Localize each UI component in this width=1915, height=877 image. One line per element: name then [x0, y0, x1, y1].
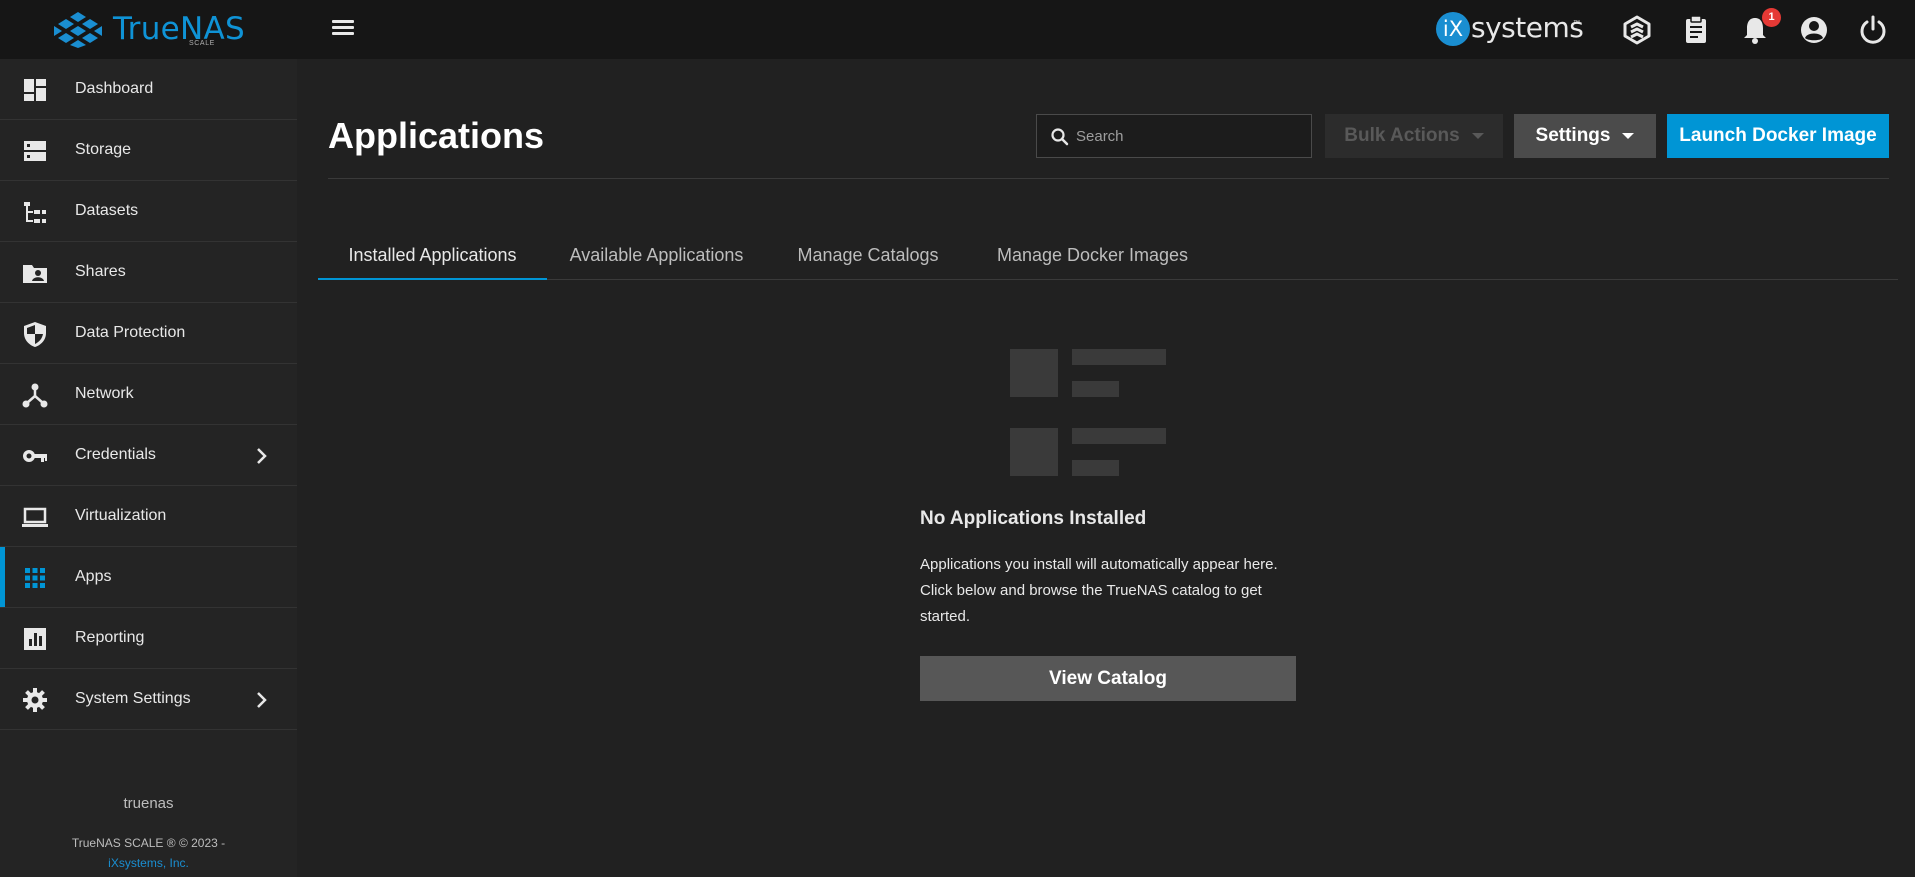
edition-label: SCALE: [189, 40, 215, 47]
datasets-icon: [21, 198, 49, 226]
launch-docker-image-label: Launch Docker Image: [1679, 125, 1877, 146]
sidebar-item-virtualization[interactable]: Virtualization: [0, 486, 297, 547]
sidebar-item-label: Virtualization: [75, 507, 167, 524]
tab-bar: Installed Applications Available Applica…: [318, 238, 1898, 280]
apps-grid-icon: [21, 564, 49, 592]
bulk-actions-label: Bulk Actions: [1344, 125, 1460, 146]
gear-icon: [21, 686, 49, 714]
search-input[interactable]: [1076, 115, 1306, 157]
copyright: TrueNAS SCALE ® © 2023 - iXsystems, Inc.: [0, 833, 297, 873]
jobs-clipboard-icon: [1686, 15, 1706, 43]
empty-state-message: Applications you install will automatica…: [920, 556, 1278, 625]
jobs-button[interactable]: [1679, 13, 1713, 47]
caret-down-icon: [1622, 132, 1635, 139]
account-button[interactable]: [1797, 13, 1831, 47]
ix-systems-text: systems: [1471, 11, 1584, 44]
reporting-icon: [21, 625, 49, 653]
search-icon: [1051, 128, 1069, 146]
sidebar-item-reporting[interactable]: Reporting: [0, 608, 297, 669]
tab-manage-catalogs[interactable]: Manage Catalogs: [788, 238, 948, 280]
sidebar-item-system-settings[interactable]: System Settings: [0, 669, 297, 730]
sidebar-item-label: Shares: [75, 263, 126, 280]
power-icon: [1860, 15, 1886, 44]
menu-toggle-button[interactable]: [328, 17, 358, 43]
search-box[interactable]: [1036, 114, 1312, 158]
sidebar-item-dashboard[interactable]: Dashboard: [0, 59, 297, 120]
hostname: truenas: [123, 795, 174, 812]
company-link[interactable]: iXsystems, Inc.: [108, 856, 189, 870]
sidebar-item-label: Apps: [75, 568, 112, 585]
sidebar-item-label: Reporting: [75, 629, 145, 646]
truecommand-button[interactable]: [1620, 13, 1654, 47]
dashboard-icon: [21, 76, 49, 104]
sidebar-item-storage[interactable]: Storage: [0, 120, 297, 181]
launch-docker-image-button[interactable]: Launch Docker Image: [1667, 114, 1889, 158]
sidebar-item-network[interactable]: Network: [0, 364, 297, 425]
sidebar-item-shares[interactable]: Shares: [0, 242, 297, 303]
truecommand-icon: [1623, 15, 1651, 45]
notification-count-badge: 1: [1762, 8, 1781, 27]
main-content: Applications Bulk Actions Settings Launc…: [297, 59, 1915, 877]
sidebar-item-label: Network: [75, 385, 134, 402]
tab-manage-docker-images[interactable]: Manage Docker Images: [986, 238, 1199, 280]
shield-icon: [21, 320, 49, 348]
network-icon: [21, 381, 49, 409]
shares-icon: [21, 259, 49, 287]
view-catalog-button[interactable]: View Catalog: [920, 656, 1296, 701]
settings-label: Settings: [1535, 125, 1611, 146]
sidebar-item-data-protection[interactable]: Data Protection: [0, 303, 297, 364]
ix-badge: iX: [1436, 12, 1470, 46]
header-divider: [328, 178, 1889, 179]
storage-icon: [21, 137, 49, 165]
sidebar-nav: Dashboard Storage Datasets Shares Data P…: [0, 59, 297, 877]
settings-button[interactable]: Settings: [1514, 114, 1656, 158]
sidebar-item-label: Data Protection: [75, 324, 186, 341]
sidebar-item-label: Storage: [75, 141, 132, 158]
power-button[interactable]: [1856, 13, 1890, 47]
sidebar-item-apps[interactable]: Apps: [0, 547, 297, 608]
notifications-button[interactable]: 1: [1738, 8, 1781, 47]
sidebar-footer: truenas TrueNAS SCALE ® © 2023 - iXsyste…: [0, 795, 297, 870]
empty-list-illustration: [1010, 349, 1170, 479]
sidebar-item-label: System Settings: [75, 690, 191, 707]
chevron-right-icon: [257, 692, 267, 708]
ix-trademark: ™: [1573, 20, 1580, 27]
bulk-actions-button[interactable]: Bulk Actions: [1325, 114, 1503, 158]
chevron-right-icon: [257, 448, 267, 464]
sidebar-item-label: Credentials: [75, 446, 156, 463]
laptop-icon: [21, 503, 49, 531]
top-bar: TrueNAS SCALE iX systems ™ 1: [0, 0, 1915, 59]
copyright-text: TrueNAS SCALE ® © 2023 -: [71, 836, 226, 850]
sidebar-item-datasets[interactable]: Datasets: [0, 181, 297, 242]
page-title: Applications: [328, 115, 545, 156]
sidebar-item-credentials[interactable]: Credentials: [0, 425, 297, 486]
truenas-logo-mark-icon: [54, 12, 102, 48]
product-name: TrueNAS: [113, 11, 246, 47]
sidebar-item-label: Datasets: [75, 202, 139, 219]
caret-down-icon: [1471, 132, 1484, 139]
tab-available-applications[interactable]: Available Applications: [554, 238, 759, 280]
key-icon: [21, 442, 49, 470]
account-icon: [1801, 17, 1827, 43]
empty-state-title: No Applications Installed: [920, 508, 1147, 529]
truenas-logo[interactable]: TrueNAS SCALE: [52, 8, 246, 50]
tab-installed-applications[interactable]: Installed Applications: [318, 238, 547, 280]
ixsystems-logo[interactable]: iX systems ™: [1436, 10, 1584, 50]
sidebar-item-label: Dashboard: [75, 80, 154, 97]
